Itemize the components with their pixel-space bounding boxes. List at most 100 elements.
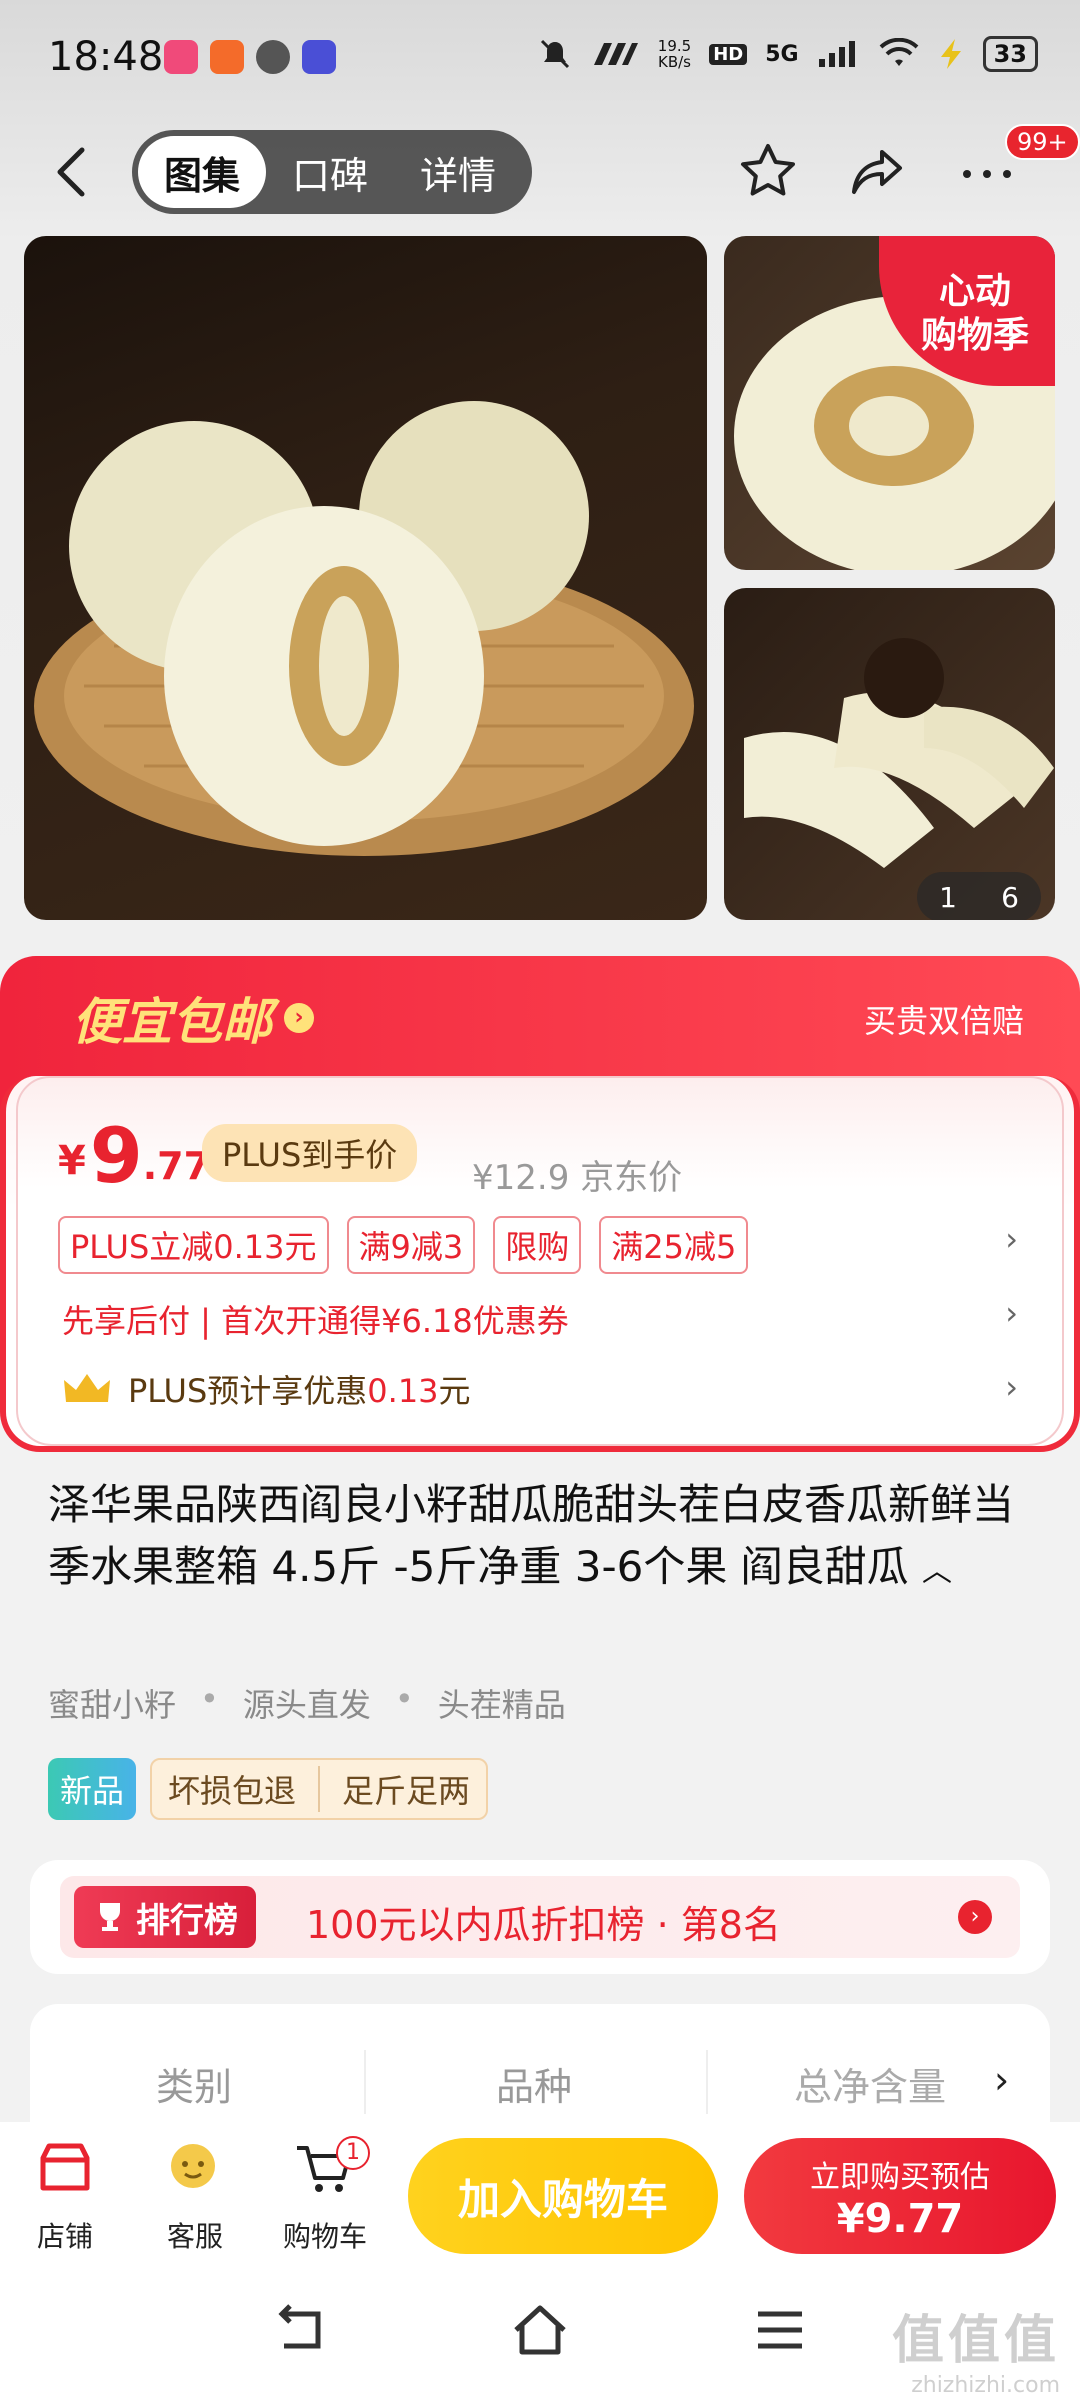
watermark: 值值值 zhizhizhi.com bbox=[892, 2298, 1060, 2398]
network-speed-value: 19.5 bbox=[657, 37, 692, 55]
chevron-right-icon[interactable]: › bbox=[1005, 1220, 1018, 1258]
new-product-badge: 新品 bbox=[48, 1758, 137, 1820]
tab-reviews[interactable]: 口碑 bbox=[266, 136, 394, 208]
chevron-right-icon[interactable]: › bbox=[994, 2058, 1009, 2102]
product-tag: 源头直发 bbox=[242, 1686, 371, 1724]
promo-label-text: 便宜包邮 bbox=[72, 993, 272, 1051]
service-full-weight: 足斤足两 bbox=[342, 1772, 471, 1810]
price-currency: ¥ bbox=[58, 1138, 86, 1184]
cheap-free-shipping-label: 便宜包邮 › bbox=[72, 982, 314, 1054]
coupon-plus-discount[interactable]: PLUS立减0.13元 bbox=[58, 1216, 329, 1274]
tag-separator: • bbox=[394, 1680, 414, 1718]
shop-icon bbox=[40, 2143, 90, 2191]
product-nav-bar: 图集 口碑 详情 99+ bbox=[0, 122, 1080, 222]
customer-service-button[interactable]: 客服 bbox=[140, 2136, 250, 2255]
status-right: 19.5 KB/s HD 5G 33 bbox=[538, 36, 1038, 72]
gallery-counter: 16 bbox=[917, 872, 1041, 920]
watermark-brand: 值值值 bbox=[891, 2311, 1060, 2371]
signal-label: 5G bbox=[765, 41, 799, 67]
cart-count-badge: 1 bbox=[336, 2136, 370, 2170]
product-tag: 头茬精品 bbox=[437, 1686, 566, 1724]
add-to-cart-button[interactable]: 加入购物车 bbox=[408, 2138, 718, 2254]
product-title-text: 泽华果品陕西阎良小籽甜瓜脆甜头茬白皮香瓜新鲜当季水果整箱 4.5斤 -5斤净重 … bbox=[48, 1480, 1015, 1591]
coupon-9-minus-3[interactable]: 满9减3 bbox=[346, 1216, 476, 1274]
coupon-25-minus-5[interactable]: 满25减5 bbox=[599, 1216, 749, 1274]
tag-separator: • bbox=[200, 1680, 219, 1718]
chevron-right-icon: › bbox=[284, 1003, 314, 1033]
bottom-action-bar: 店铺 客服 购物车 1 加入购物车 立即购买预估 ¥9.77 bbox=[0, 2122, 1080, 2262]
status-time: 18:48 bbox=[48, 34, 164, 80]
chevron-right-icon[interactable]: › bbox=[958, 1900, 992, 1934]
mute-icon bbox=[540, 39, 569, 69]
plus-estimate-value: 0.13 bbox=[367, 1372, 439, 1410]
status-bar: 18:48 19.5 KB/s HD 5G 33 bbox=[0, 0, 1080, 118]
trophy-icon bbox=[100, 1903, 120, 1931]
price-decimal: .77 bbox=[142, 1144, 211, 1188]
plus-estimate-suffix: 元 bbox=[438, 1372, 471, 1410]
price-card: ¥ 9 .77 PLUS到手价 ¥12.9 京东价 PLUS立减0.13元 满9… bbox=[0, 1076, 1080, 1452]
ranking-tag: 排行榜 bbox=[74, 1886, 256, 1948]
price-card-inner: ¥ 9 .77 PLUS到手价 ¥12.9 京东价 PLUS立减0.13元 满9… bbox=[16, 1076, 1064, 1446]
plus-estimate-text[interactable]: PLUS预计享优惠0.13元 bbox=[128, 1366, 471, 1412]
system-back-icon[interactable] bbox=[270, 2302, 330, 2358]
spec-category: 类别 bbox=[156, 2065, 233, 2109]
back-arrow-icon[interactable] bbox=[50, 144, 100, 200]
spec-variety: 品种 bbox=[496, 2065, 573, 2109]
spec-divider bbox=[364, 2050, 366, 2114]
gallery-counter-total: 6 bbox=[1001, 880, 1019, 914]
plus-estimate-prefix: PLUS预计享优惠 bbox=[128, 1372, 368, 1410]
pay-later-text[interactable]: 先享后付 | 首次开通得¥6.18优惠券 bbox=[62, 1296, 569, 1342]
gallery-counter-current: 1 bbox=[939, 880, 957, 914]
cart-button[interactable]: 购物车 1 bbox=[270, 2136, 380, 2255]
melon-photo bbox=[34, 401, 694, 856]
service-damage-return: 坏损包退 bbox=[168, 1772, 297, 1810]
service-guarantee-badge[interactable]: 坏损包退 足斤足两 bbox=[150, 1758, 489, 1820]
promo-corner-line2: 购物季 bbox=[920, 315, 1029, 356]
product-tags: 蜜甜小籽 • 源头直发 • 头茬精品 bbox=[48, 1680, 566, 1726]
favorite-star-icon[interactable] bbox=[736, 140, 800, 204]
tab-gallery[interactable]: 图集 bbox=[138, 136, 267, 208]
crown-icon bbox=[64, 1374, 110, 1402]
service-badges: 新品 坏损包退 足斤足两 bbox=[48, 1758, 489, 1820]
coupon-row[interactable]: PLUS立减0.13元 满9减3 限购 满25减5 bbox=[58, 1216, 749, 1274]
more-badge: 99+ bbox=[1005, 124, 1080, 160]
app-notification-icon bbox=[164, 40, 198, 74]
network-speed: 19.5 KB/s bbox=[658, 38, 691, 70]
spec-net-weight: 总净含量 bbox=[794, 2065, 947, 2109]
plus-price-label: PLUS到手价 bbox=[202, 1124, 418, 1182]
shop-label: 店铺 bbox=[36, 2220, 93, 2253]
gallery-thumbnail-1[interactable]: 心动 购物季 bbox=[724, 236, 1055, 570]
jd-price: ¥12.9 京东价 bbox=[472, 1158, 683, 1198]
watermark-url: zhizhizhi.com bbox=[911, 2373, 1060, 2398]
melon-slices-photo bbox=[744, 638, 1054, 868]
shop-button[interactable]: 店铺 bbox=[10, 2136, 120, 2255]
battery-indicator: 33 bbox=[982, 36, 1038, 72]
buy-now-button[interactable]: 立即购买预估 ¥9.77 bbox=[744, 2138, 1056, 2254]
charging-icon bbox=[940, 39, 961, 69]
chevron-right-icon[interactable]: › bbox=[1005, 1368, 1018, 1406]
buy-now-label: 立即购买预估 bbox=[810, 2160, 990, 2195]
system-home-icon[interactable] bbox=[510, 2302, 570, 2358]
price: ¥ 9 .77 bbox=[58, 1118, 210, 1194]
chevron-right-icon[interactable]: › bbox=[1005, 1294, 1018, 1332]
product-tag: 蜜甜小籽 bbox=[48, 1686, 177, 1724]
ranking-tag-label: 排行榜 bbox=[136, 1900, 238, 1941]
network-speed-unit: KB/s bbox=[658, 53, 691, 71]
gallery-thumbnail-2[interactable]: 16 bbox=[724, 588, 1055, 920]
customer-service-label: 客服 bbox=[166, 2220, 223, 2253]
buy-now-price: ¥9.77 bbox=[836, 2196, 964, 2242]
product-title[interactable]: 泽华果品陕西阎良小籽甜瓜脆甜头茬白皮香瓜新鲜当季水果整箱 4.5斤 -5斤净重 … bbox=[48, 1474, 1038, 1603]
promo-corner-line1: 心动 bbox=[938, 271, 1011, 312]
collapse-chevron-icon[interactable]: ︿ bbox=[922, 1554, 952, 1589]
coupon-limited[interactable]: 限购 bbox=[493, 1216, 582, 1274]
share-icon[interactable] bbox=[846, 140, 910, 204]
tab-details[interactable]: 详情 bbox=[394, 136, 522, 208]
service-divider bbox=[318, 1766, 321, 1812]
spec-divider bbox=[706, 2050, 708, 2114]
taobao-notification-icon bbox=[210, 40, 244, 74]
gallery-main-image[interactable] bbox=[24, 236, 707, 920]
signal-icon bbox=[818, 41, 855, 67]
ranking-card[interactable]: 排行榜 100元以内瓜折扣榜 · 第8名 › bbox=[30, 1860, 1050, 1974]
price-guarantee-text: 买贵双倍赔 bbox=[863, 1002, 1024, 1040]
system-menu-icon[interactable] bbox=[750, 2302, 810, 2358]
